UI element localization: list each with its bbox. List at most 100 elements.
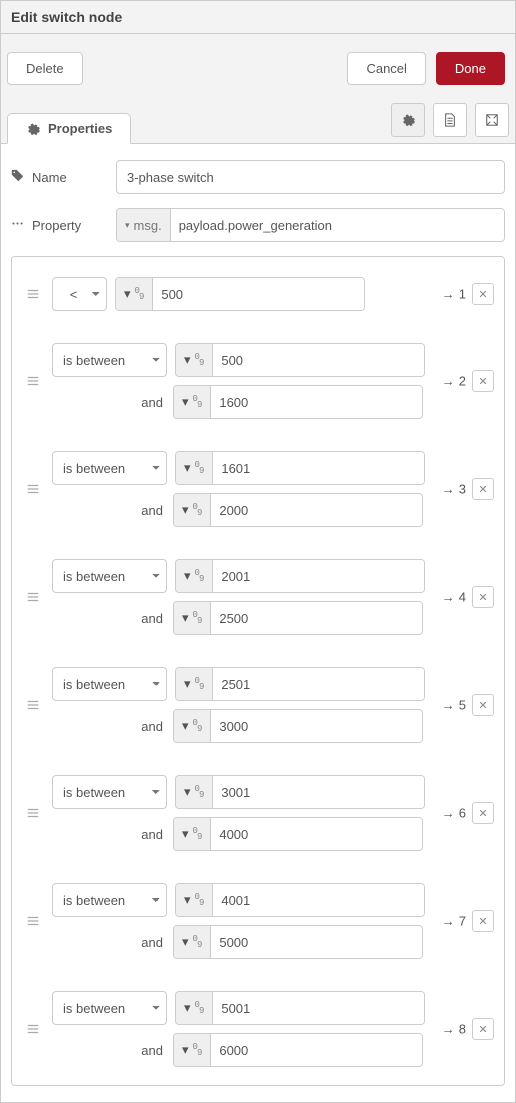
delete-rule-button[interactable]: ✕ bbox=[472, 1018, 494, 1040]
rule-operator-select[interactable]: is between bbox=[52, 991, 167, 1025]
number-type-icon bbox=[193, 720, 203, 732]
value-input[interactable]: ▾ bbox=[173, 817, 423, 851]
value-type-selector[interactable]: ▾ bbox=[174, 926, 211, 958]
property-input[interactable]: ▾ msg. bbox=[116, 208, 505, 242]
done-button[interactable]: Done bbox=[436, 52, 505, 85]
drag-handle-icon[interactable] bbox=[26, 287, 40, 301]
expand-icon bbox=[485, 113, 499, 127]
delete-rule-button[interactable]: ✕ bbox=[472, 586, 494, 608]
tab-properties-label: Properties bbox=[48, 121, 112, 136]
value-type-selector[interactable]: ▾ bbox=[176, 884, 213, 916]
rule-operator-select[interactable]: is between bbox=[52, 883, 167, 917]
value-input[interactable]: ▾ bbox=[175, 451, 425, 485]
value-field[interactable] bbox=[213, 560, 424, 592]
rule-operator-select[interactable]: < bbox=[52, 277, 107, 311]
drag-handle-icon[interactable] bbox=[26, 374, 40, 388]
rule-operator-select[interactable]: is between bbox=[52, 343, 167, 377]
delete-rule-button[interactable]: ✕ bbox=[472, 694, 494, 716]
property-type-label: msg. bbox=[134, 218, 162, 233]
value-type-selector[interactable]: ▾ bbox=[176, 452, 213, 484]
rule-output-label: → 4 bbox=[442, 590, 466, 605]
drag-handle-icon[interactable] bbox=[26, 806, 40, 820]
dots-icon bbox=[11, 217, 24, 233]
number-type-icon bbox=[193, 828, 203, 840]
value-type-selector[interactable]: ▾ bbox=[116, 278, 153, 310]
drag-handle-icon[interactable] bbox=[26, 482, 40, 496]
rule-operator-select[interactable]: is between bbox=[52, 667, 167, 701]
value-field[interactable] bbox=[211, 818, 422, 850]
value-field[interactable] bbox=[211, 602, 422, 634]
value-field[interactable] bbox=[211, 386, 422, 418]
delete-rule-button[interactable]: ✕ bbox=[472, 370, 494, 392]
value-field[interactable] bbox=[213, 992, 424, 1024]
value-field[interactable] bbox=[211, 710, 422, 742]
editor-tabs: Properties bbox=[1, 103, 515, 144]
file-icon bbox=[443, 113, 457, 127]
value-type-selector[interactable]: ▾ bbox=[174, 818, 211, 850]
value-field[interactable] bbox=[211, 926, 422, 958]
node-appearance-button[interactable] bbox=[475, 103, 509, 137]
value-field[interactable] bbox=[213, 344, 424, 376]
value-field[interactable] bbox=[213, 452, 424, 484]
value-field[interactable] bbox=[211, 1034, 422, 1066]
value-type-selector[interactable]: ▾ bbox=[176, 344, 213, 376]
value-type-selector[interactable]: ▾ bbox=[174, 386, 211, 418]
drag-handle-icon[interactable] bbox=[26, 698, 40, 712]
property-type-selector[interactable]: ▾ msg. bbox=[117, 209, 171, 241]
value-input[interactable]: ▾ bbox=[175, 883, 425, 917]
value-field[interactable] bbox=[211, 494, 422, 526]
delete-button[interactable]: Delete bbox=[7, 52, 83, 85]
value-input[interactable]: ▾ bbox=[175, 559, 425, 593]
value-input[interactable]: ▾ bbox=[115, 277, 365, 311]
value-input[interactable]: ▾ bbox=[175, 991, 425, 1025]
value-type-selector[interactable]: ▾ bbox=[176, 668, 213, 700]
value-input[interactable]: ▾ bbox=[175, 343, 425, 377]
delete-rule-button[interactable]: ✕ bbox=[472, 910, 494, 932]
cancel-button[interactable]: Cancel bbox=[347, 52, 425, 85]
drag-handle-icon[interactable] bbox=[26, 1022, 40, 1036]
value-input[interactable]: ▾ bbox=[173, 601, 423, 635]
value-type-selector[interactable]: ▾ bbox=[174, 602, 211, 634]
node-settings-button[interactable] bbox=[391, 103, 425, 137]
delete-rule-button[interactable]: ✕ bbox=[472, 478, 494, 500]
value-type-selector[interactable]: ▾ bbox=[176, 992, 213, 1024]
caret-down-icon: ▾ bbox=[182, 826, 189, 842]
drag-handle-icon[interactable] bbox=[26, 590, 40, 604]
value-type-selector[interactable]: ▾ bbox=[174, 710, 211, 742]
node-description-button[interactable] bbox=[433, 103, 467, 137]
name-field[interactable] bbox=[116, 160, 505, 194]
tab-properties[interactable]: Properties bbox=[7, 113, 131, 144]
rule-row: is between▾and▾→ 7✕ bbox=[22, 877, 494, 965]
value-field[interactable] bbox=[213, 776, 424, 808]
value-field[interactable] bbox=[213, 884, 424, 916]
rule-output-label: → 6 bbox=[442, 806, 466, 821]
rule-operator-select[interactable]: is between bbox=[52, 559, 167, 593]
value-type-selector[interactable]: ▾ bbox=[174, 1034, 211, 1066]
rules-list[interactable]: <▾→ 1✕is between▾and▾→ 2✕is between▾and▾… bbox=[11, 256, 505, 1086]
rule-operator-select[interactable]: is between bbox=[52, 451, 167, 485]
property-value-field[interactable] bbox=[171, 209, 504, 241]
value-input[interactable]: ▾ bbox=[175, 775, 425, 809]
drag-handle-icon[interactable] bbox=[26, 914, 40, 928]
value-input[interactable]: ▾ bbox=[175, 667, 425, 701]
value-input[interactable]: ▾ bbox=[173, 1033, 423, 1067]
value-input[interactable]: ▾ bbox=[173, 709, 423, 743]
value-type-selector[interactable]: ▾ bbox=[176, 560, 213, 592]
value-input[interactable]: ▾ bbox=[173, 385, 423, 419]
rule-operator-select[interactable]: is between bbox=[52, 775, 167, 809]
delete-rule-button[interactable]: ✕ bbox=[472, 283, 494, 305]
number-type-icon bbox=[193, 504, 203, 516]
value-input[interactable]: ▾ bbox=[173, 925, 423, 959]
value-field[interactable] bbox=[213, 668, 424, 700]
value-input[interactable]: ▾ bbox=[173, 493, 423, 527]
and-label: and bbox=[52, 719, 165, 734]
value-type-selector[interactable]: ▾ bbox=[176, 776, 213, 808]
rule-output-label: → 7 bbox=[442, 914, 466, 929]
value-field[interactable] bbox=[153, 278, 364, 310]
value-type-selector[interactable]: ▾ bbox=[174, 494, 211, 526]
caret-down-icon: ▾ bbox=[184, 676, 191, 692]
caret-down-icon: ▾ bbox=[125, 220, 130, 231]
rule-output-label: → 2 bbox=[442, 374, 466, 389]
delete-rule-button[interactable]: ✕ bbox=[472, 802, 494, 824]
number-type-icon bbox=[193, 396, 203, 408]
